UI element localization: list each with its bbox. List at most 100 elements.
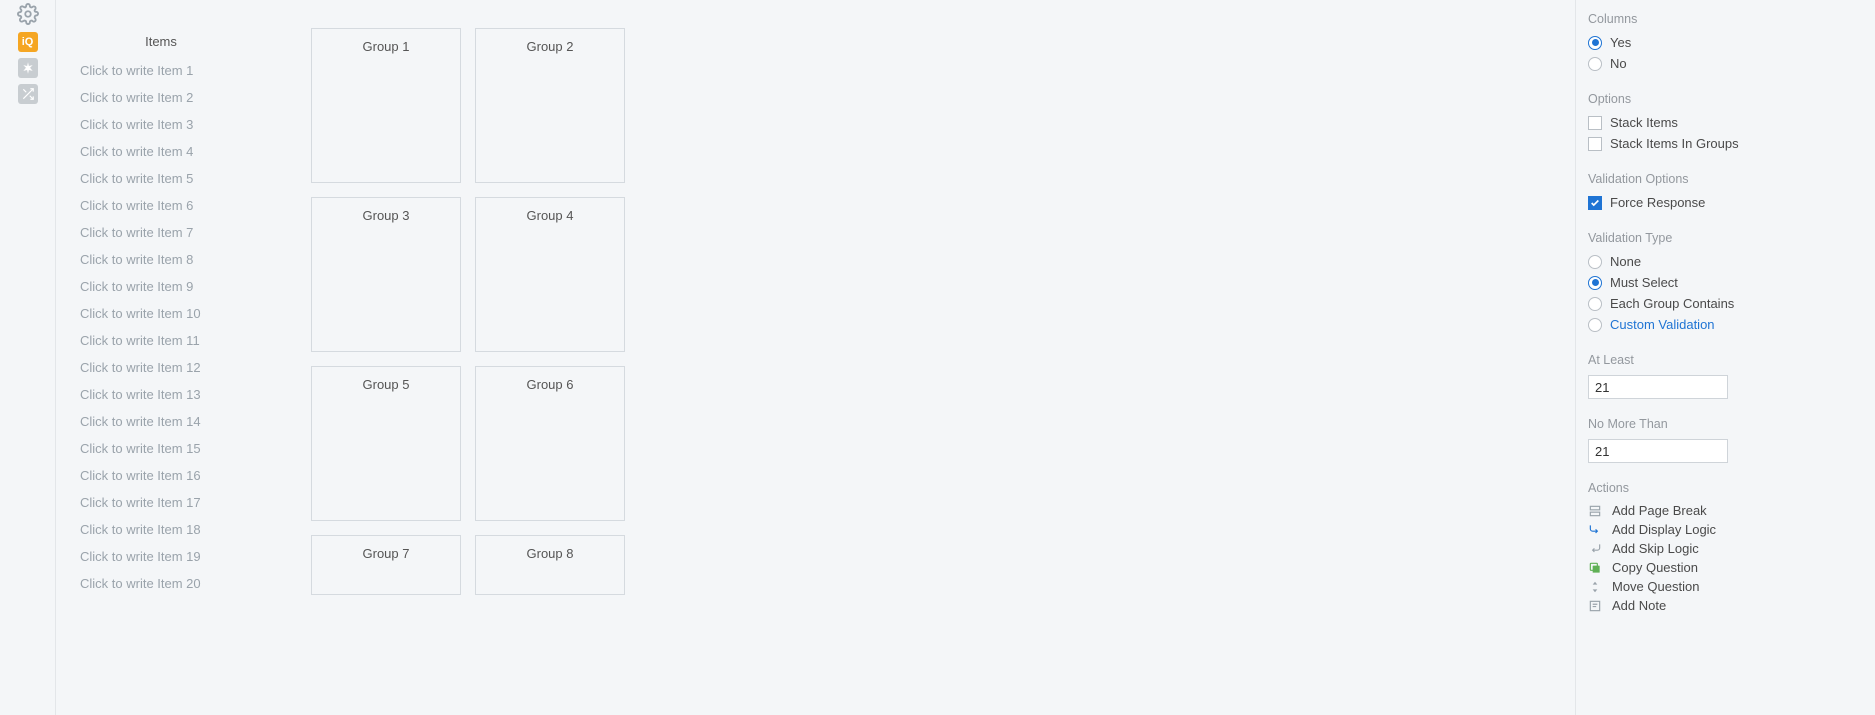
list-item[interactable]: Click to write Item 14 bbox=[76, 408, 246, 435]
action-label: Add Display Logic bbox=[1612, 522, 1716, 537]
radio-icon bbox=[1588, 57, 1602, 71]
items-header: Items bbox=[76, 30, 246, 57]
section-columns: Columns bbox=[1588, 12, 1875, 26]
list-item[interactable]: Click to write Item 20 bbox=[76, 570, 246, 597]
display-logic-icon bbox=[1588, 523, 1602, 537]
list-item[interactable]: Click to write Item 8 bbox=[76, 246, 246, 273]
radio-label: Yes bbox=[1610, 35, 1631, 50]
list-item[interactable]: Click to write Item 12 bbox=[76, 354, 246, 381]
group-box[interactable]: Group 6 bbox=[475, 366, 625, 521]
group-box[interactable]: Group 2 bbox=[475, 28, 625, 183]
list-item[interactable]: Click to write Item 4 bbox=[76, 138, 246, 165]
checkbox-label: Force Response bbox=[1610, 195, 1705, 210]
radio-label: Must Select bbox=[1610, 275, 1678, 290]
checkbox-icon bbox=[1588, 137, 1602, 151]
radio-label: None bbox=[1610, 254, 1641, 269]
section-no-more-than: No More Than bbox=[1588, 417, 1875, 431]
skip-logic-icon bbox=[1588, 542, 1602, 556]
settings-panel: Columns Yes No Options Stack Items Stack… bbox=[1575, 0, 1875, 715]
radio-label: Custom Validation bbox=[1610, 317, 1715, 332]
group-label: Group 2 bbox=[527, 39, 574, 182]
shuffle-icon[interactable] bbox=[18, 84, 38, 104]
list-item[interactable]: Click to write Item 11 bbox=[76, 327, 246, 354]
note-icon bbox=[1588, 599, 1602, 613]
list-item[interactable]: Click to write Item 13 bbox=[76, 381, 246, 408]
action-label: Add Skip Logic bbox=[1612, 541, 1699, 556]
asterisk-icon[interactable] bbox=[18, 58, 38, 78]
iq-icon[interactable]: iQ bbox=[18, 32, 38, 52]
list-item[interactable]: Click to write Item 16 bbox=[76, 462, 246, 489]
section-validation-options: Validation Options bbox=[1588, 172, 1875, 186]
list-item[interactable]: Click to write Item 1 bbox=[76, 57, 246, 84]
section-options: Options bbox=[1588, 92, 1875, 106]
checkbox-icon bbox=[1588, 196, 1602, 210]
gear-icon[interactable] bbox=[16, 2, 40, 26]
radio-icon bbox=[1588, 36, 1602, 50]
list-item[interactable]: Click to write Item 18 bbox=[76, 516, 246, 543]
group-box[interactable]: Group 4 bbox=[475, 197, 625, 352]
action-label: Copy Question bbox=[1612, 560, 1698, 575]
copy-question-button[interactable]: Copy Question bbox=[1588, 558, 1875, 577]
section-validation-type: Validation Type bbox=[1588, 231, 1875, 245]
list-item[interactable]: Click to write Item 2 bbox=[76, 84, 246, 111]
group-label: Group 3 bbox=[363, 208, 410, 351]
action-label: Move Question bbox=[1612, 579, 1699, 594]
group-box[interactable]: Group 1 bbox=[311, 28, 461, 183]
move-icon bbox=[1588, 580, 1602, 594]
group-label: Group 6 bbox=[527, 377, 574, 520]
radio-icon bbox=[1588, 255, 1602, 269]
radio-icon bbox=[1588, 318, 1602, 332]
left-icon-rail: iQ bbox=[0, 0, 56, 715]
action-label: Add Page Break bbox=[1612, 503, 1707, 518]
section-actions: Actions bbox=[1588, 481, 1875, 495]
copy-icon bbox=[1588, 561, 1602, 575]
list-item[interactable]: Click to write Item 19 bbox=[76, 543, 246, 570]
group-label: Group 5 bbox=[363, 377, 410, 520]
group-box[interactable]: Group 5 bbox=[311, 366, 461, 521]
list-item[interactable]: Click to write Item 10 bbox=[76, 300, 246, 327]
add-page-break-button[interactable]: Add Page Break bbox=[1588, 501, 1875, 520]
validation-custom-radio[interactable]: Custom Validation bbox=[1588, 314, 1875, 335]
group-box[interactable]: Group 7 bbox=[311, 535, 461, 595]
checkbox-icon bbox=[1588, 116, 1602, 130]
action-label: Add Note bbox=[1612, 598, 1666, 613]
radio-icon bbox=[1588, 297, 1602, 311]
list-item[interactable]: Click to write Item 7 bbox=[76, 219, 246, 246]
question-canvas: Items Click to write Item 1 Click to wri… bbox=[56, 0, 1575, 715]
radio-icon bbox=[1588, 276, 1602, 290]
force-response-checkbox[interactable]: Force Response bbox=[1588, 192, 1875, 213]
list-item[interactable]: Click to write Item 3 bbox=[76, 111, 246, 138]
section-at-least: At Least bbox=[1588, 353, 1875, 367]
radio-label: Each Group Contains bbox=[1610, 296, 1734, 311]
group-label: Group 7 bbox=[363, 546, 410, 594]
list-item[interactable]: Click to write Item 15 bbox=[76, 435, 246, 462]
list-item[interactable]: Click to write Item 17 bbox=[76, 489, 246, 516]
add-note-button[interactable]: Add Note bbox=[1588, 596, 1875, 615]
group-box[interactable]: Group 3 bbox=[311, 197, 461, 352]
group-box[interactable]: Group 8 bbox=[475, 535, 625, 595]
add-display-logic-button[interactable]: Add Display Logic bbox=[1588, 520, 1875, 539]
group-label: Group 4 bbox=[527, 208, 574, 351]
app-root: iQ Items Click to write Item 1 Click to … bbox=[0, 0, 1875, 715]
stack-items-in-groups-checkbox[interactable]: Stack Items In Groups bbox=[1588, 133, 1875, 154]
add-skip-logic-button[interactable]: Add Skip Logic bbox=[1588, 539, 1875, 558]
columns-yes-radio[interactable]: Yes bbox=[1588, 32, 1875, 53]
checkbox-label: Stack Items In Groups bbox=[1610, 136, 1739, 151]
group-label: Group 1 bbox=[363, 39, 410, 182]
validation-none-radio[interactable]: None bbox=[1588, 251, 1875, 272]
at-least-input[interactable] bbox=[1588, 375, 1728, 399]
stack-items-checkbox[interactable]: Stack Items bbox=[1588, 112, 1875, 133]
validation-must-select-radio[interactable]: Must Select bbox=[1588, 272, 1875, 293]
checkbox-label: Stack Items bbox=[1610, 115, 1678, 130]
list-item[interactable]: Click to write Item 5 bbox=[76, 165, 246, 192]
group-label: Group 8 bbox=[527, 546, 574, 594]
list-item[interactable]: Click to write Item 6 bbox=[76, 192, 246, 219]
page-break-icon bbox=[1588, 504, 1602, 518]
list-item[interactable]: Click to write Item 9 bbox=[76, 273, 246, 300]
validation-each-group-radio[interactable]: Each Group Contains bbox=[1588, 293, 1875, 314]
columns-no-radio[interactable]: No bbox=[1588, 53, 1875, 74]
groups-grid: Group 1 Group 2 Group 3 Group 4 Group 5 … bbox=[311, 28, 641, 690]
radio-label: No bbox=[1610, 56, 1627, 71]
move-question-button[interactable]: Move Question bbox=[1588, 577, 1875, 596]
no-more-than-input[interactable] bbox=[1588, 439, 1728, 463]
